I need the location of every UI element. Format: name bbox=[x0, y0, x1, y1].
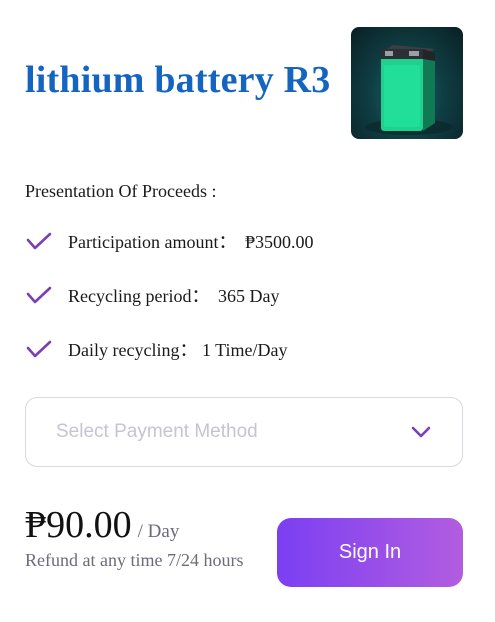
price-unit: / Day bbox=[137, 521, 180, 542]
refund-note: Refund at any time 7/24 hours bbox=[25, 550, 244, 570]
product-image bbox=[351, 27, 463, 139]
feature-label: Recycling period： bbox=[68, 286, 210, 306]
feature-value: 1 Time/Day bbox=[201, 340, 288, 360]
checkmark-icon bbox=[26, 286, 52, 304]
feature-value: ₱3500.00 bbox=[244, 232, 314, 252]
proceeds-heading: Presentation Of Proceeds : bbox=[25, 181, 217, 201]
feature-participation-amount: Participation amount： ₱3500.00 bbox=[25, 226, 313, 256]
feature-label: Participation amount： bbox=[68, 232, 237, 252]
chevron-down-icon[interactable] bbox=[410, 425, 432, 439]
feature-label: Daily recycling： bbox=[68, 340, 198, 360]
payment-method-select[interactable]: Select Payment Method bbox=[25, 397, 463, 467]
payment-method-placeholder: Select Payment Method bbox=[56, 421, 258, 442]
checkmark-icon bbox=[26, 340, 52, 358]
price-row: ₱90.00/ Day bbox=[25, 503, 179, 547]
sign-in-button[interactable]: Sign In bbox=[277, 518, 463, 587]
feature-recycling-period: Recycling period： 365 Day bbox=[25, 280, 279, 310]
feature-value: 365 Day bbox=[217, 286, 280, 306]
feature-daily-recycling: Daily recycling： 1 Time/Day bbox=[25, 334, 288, 364]
battery-icon bbox=[365, 45, 453, 135]
checkmark-icon bbox=[26, 232, 52, 250]
daily-price: ₱90.00 bbox=[25, 504, 132, 546]
product-title: lithium battery R3 bbox=[25, 59, 331, 101]
